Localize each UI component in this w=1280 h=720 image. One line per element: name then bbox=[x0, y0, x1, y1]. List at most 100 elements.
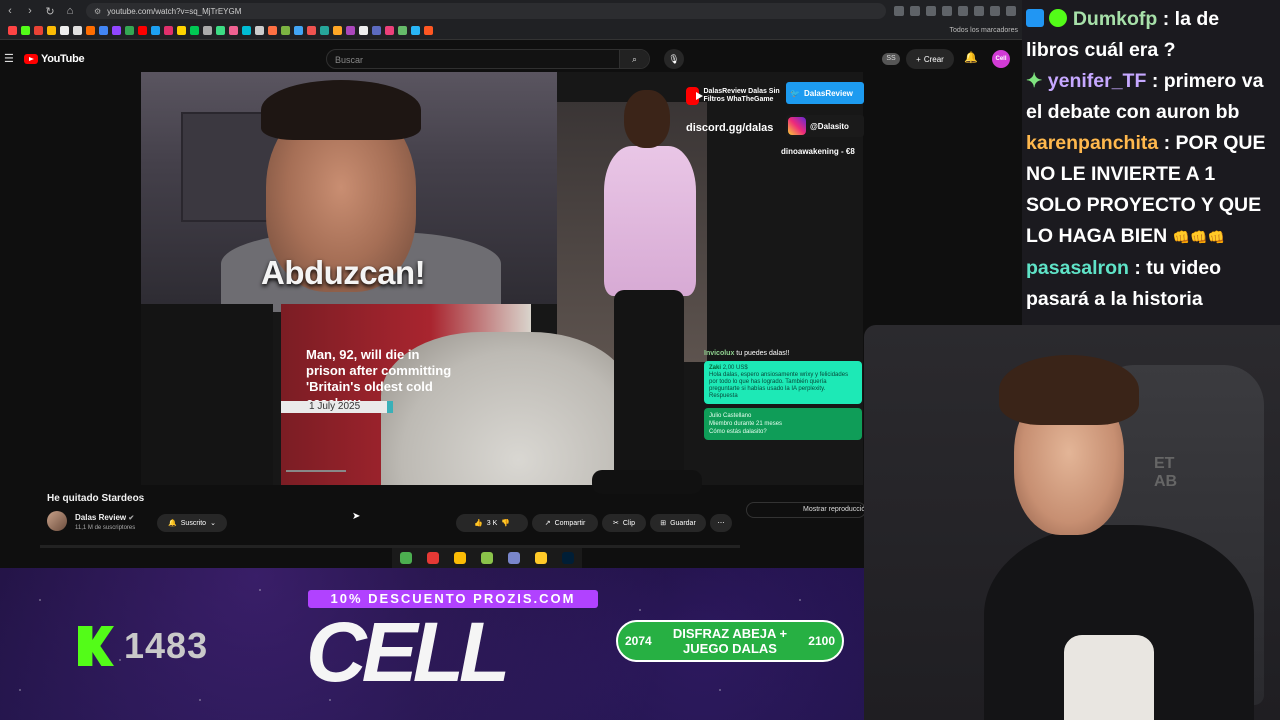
bookmark-icon[interactable] bbox=[359, 26, 368, 35]
create-button[interactable]: + Crear bbox=[906, 49, 954, 69]
superchat-text: Hola dalas, espero ansiosamente wrixy y … bbox=[709, 372, 849, 392]
all-bookmarks-link[interactable]: Todos los marcadores bbox=[950, 27, 1018, 34]
profile-icon[interactable] bbox=[1006, 6, 1016, 16]
channel-avatar[interactable] bbox=[47, 511, 67, 531]
bookmark-icon[interactable] bbox=[190, 26, 199, 35]
bookmark-icon[interactable] bbox=[138, 26, 147, 35]
bookmark-icon[interactable] bbox=[320, 26, 329, 35]
bookmark-icon[interactable] bbox=[125, 26, 134, 35]
bookmark-icon[interactable] bbox=[268, 26, 277, 35]
bookmark-icon[interactable] bbox=[60, 26, 69, 35]
news-date-accent bbox=[387, 401, 393, 413]
taskbar-app-icon[interactable] bbox=[426, 552, 439, 564]
youtube-logo-text: YouTube bbox=[41, 53, 85, 65]
emoji-icon: 👊👊👊 bbox=[1172, 229, 1225, 245]
search-icon[interactable]: ⌕ bbox=[619, 50, 649, 68]
photoshop-icon[interactable] bbox=[562, 552, 575, 564]
extension-icon[interactable] bbox=[910, 6, 920, 16]
bookmark-icon[interactable] bbox=[164, 26, 173, 35]
notifications-bell-icon[interactable]: 🔔 bbox=[964, 51, 978, 64]
extension-icon[interactable] bbox=[990, 6, 1000, 16]
bookmark-icon[interactable] bbox=[203, 26, 212, 35]
chat-username: Dumkofp bbox=[1072, 8, 1158, 30]
bookmark-icon[interactable] bbox=[398, 26, 407, 35]
taskbar-app-icon[interactable] bbox=[480, 552, 493, 564]
bookmark-icon[interactable] bbox=[34, 26, 43, 35]
folder-icon[interactable] bbox=[535, 552, 548, 564]
video-caption: Abduzcan! bbox=[261, 254, 426, 291]
more-options-button[interactable]: ⋯ bbox=[710, 514, 732, 532]
bookmark-icon[interactable] bbox=[411, 26, 420, 35]
extension-icon[interactable] bbox=[958, 6, 968, 16]
bookmark-icon[interactable] bbox=[281, 26, 290, 35]
overlay-chat-text: tu puedes dalas!! bbox=[736, 350, 790, 357]
bookmark-icon[interactable] bbox=[151, 26, 160, 35]
save-label: Guardar bbox=[670, 519, 696, 527]
taskbar-app-icon[interactable] bbox=[399, 552, 412, 564]
member-name: Julio Castellano bbox=[709, 413, 752, 419]
chat-username: karenpanchita bbox=[1026, 132, 1159, 154]
chat-badge-icon bbox=[1026, 9, 1044, 27]
bookmark-icon[interactable] bbox=[255, 26, 264, 35]
video-progress-bar[interactable] bbox=[286, 470, 346, 472]
chrome-icon[interactable] bbox=[453, 552, 466, 564]
bookmark-icon[interactable] bbox=[73, 26, 82, 35]
bookmark-icon[interactable] bbox=[99, 26, 108, 35]
back-icon[interactable]: ‹ bbox=[0, 5, 20, 17]
streamer-cam-frame: Abduzcan! bbox=[141, 72, 557, 312]
extension-icon[interactable] bbox=[942, 6, 952, 16]
microphone-icon[interactable]: 🎙 bbox=[664, 49, 684, 69]
ss-badge[interactable]: SS bbox=[882, 53, 900, 65]
bookmark-icon[interactable] bbox=[112, 26, 121, 35]
bookmark-icon[interactable] bbox=[294, 26, 303, 35]
subscribed-button[interactable]: 🔔 Suscrito ⌄ bbox=[157, 514, 227, 532]
bookmark-icon[interactable] bbox=[177, 26, 186, 35]
extension-icon[interactable] bbox=[926, 6, 936, 16]
bookmark-icon[interactable] bbox=[307, 26, 316, 35]
channel-name[interactable]: Dalas Review ✔ bbox=[75, 513, 134, 522]
bookmark-icon[interactable] bbox=[333, 26, 342, 35]
share-button[interactable]: ↗ Compartir bbox=[532, 514, 598, 532]
bookmark-icon[interactable] bbox=[385, 26, 394, 35]
menu-icon[interactable]: ☰ bbox=[4, 52, 14, 65]
forward-icon[interactable]: › bbox=[20, 5, 40, 17]
superchat-reply: Respuesta bbox=[709, 393, 738, 399]
bookmark-icon[interactable] bbox=[424, 26, 433, 35]
news-date: 1 July 2025 bbox=[281, 401, 389, 413]
reload-icon[interactable]: ↻ bbox=[40, 5, 60, 18]
site-info-icon[interactable]: ⚙ bbox=[94, 7, 101, 16]
verified-check-icon: ✔ bbox=[128, 515, 135, 522]
channel-name-text: Dalas Review bbox=[75, 513, 127, 522]
dancer-torso bbox=[604, 146, 696, 296]
twitter-icon: 🐦 bbox=[790, 88, 800, 98]
bookmark-icon[interactable] bbox=[86, 26, 95, 35]
bookmark-icon[interactable] bbox=[346, 26, 355, 35]
account-avatar[interactable]: Cell bbox=[992, 50, 1010, 68]
taskbar-app-icon[interactable] bbox=[508, 552, 521, 564]
instagram-social-tag: @Dalasito bbox=[786, 115, 864, 137]
bookmark-icon[interactable] bbox=[216, 26, 225, 35]
bookmark-icon[interactable] bbox=[21, 26, 30, 35]
clip-button[interactable]: ✂ Clip bbox=[602, 514, 646, 532]
youtube-icon bbox=[686, 87, 704, 105]
url-field[interactable]: ⚙ youtube.com/watch?v=sq_MjTrEYGM bbox=[86, 3, 886, 19]
taskbar bbox=[392, 548, 582, 568]
show-chat-replay-button[interactable]: Mostrar reproducción bbox=[746, 502, 866, 518]
like-dislike-button[interactable]: 👍 3 K 👎 bbox=[456, 514, 528, 532]
bookmark-icon[interactable] bbox=[372, 26, 381, 35]
stream-chat: Dumkofp : la de libros cuál era ? ✦ yeni… bbox=[1022, 0, 1280, 325]
goal-label: DISFRAZ ABEJA + JUEGO DALAS bbox=[672, 626, 788, 656]
horizontal-scrollbar[interactable] bbox=[40, 545, 740, 548]
more-icon: ⋯ bbox=[717, 520, 725, 527]
bookmark-icon[interactable] bbox=[242, 26, 251, 35]
bookmark-icon[interactable] bbox=[229, 26, 238, 35]
mouse-cursor-icon: ➤ bbox=[352, 511, 361, 522]
youtube-logo[interactable]: YouTube bbox=[24, 53, 85, 65]
bookmark-icon[interactable] bbox=[47, 26, 56, 35]
extension-icon[interactable] bbox=[894, 6, 904, 16]
save-button[interactable]: ⊞ Guardar bbox=[650, 514, 706, 532]
bookmark-icon[interactable] bbox=[8, 26, 17, 35]
home-icon[interactable]: ⌂ bbox=[60, 5, 80, 17]
extension-icon[interactable] bbox=[974, 6, 984, 16]
search-input[interactable]: Buscar ⌕ bbox=[326, 49, 650, 69]
